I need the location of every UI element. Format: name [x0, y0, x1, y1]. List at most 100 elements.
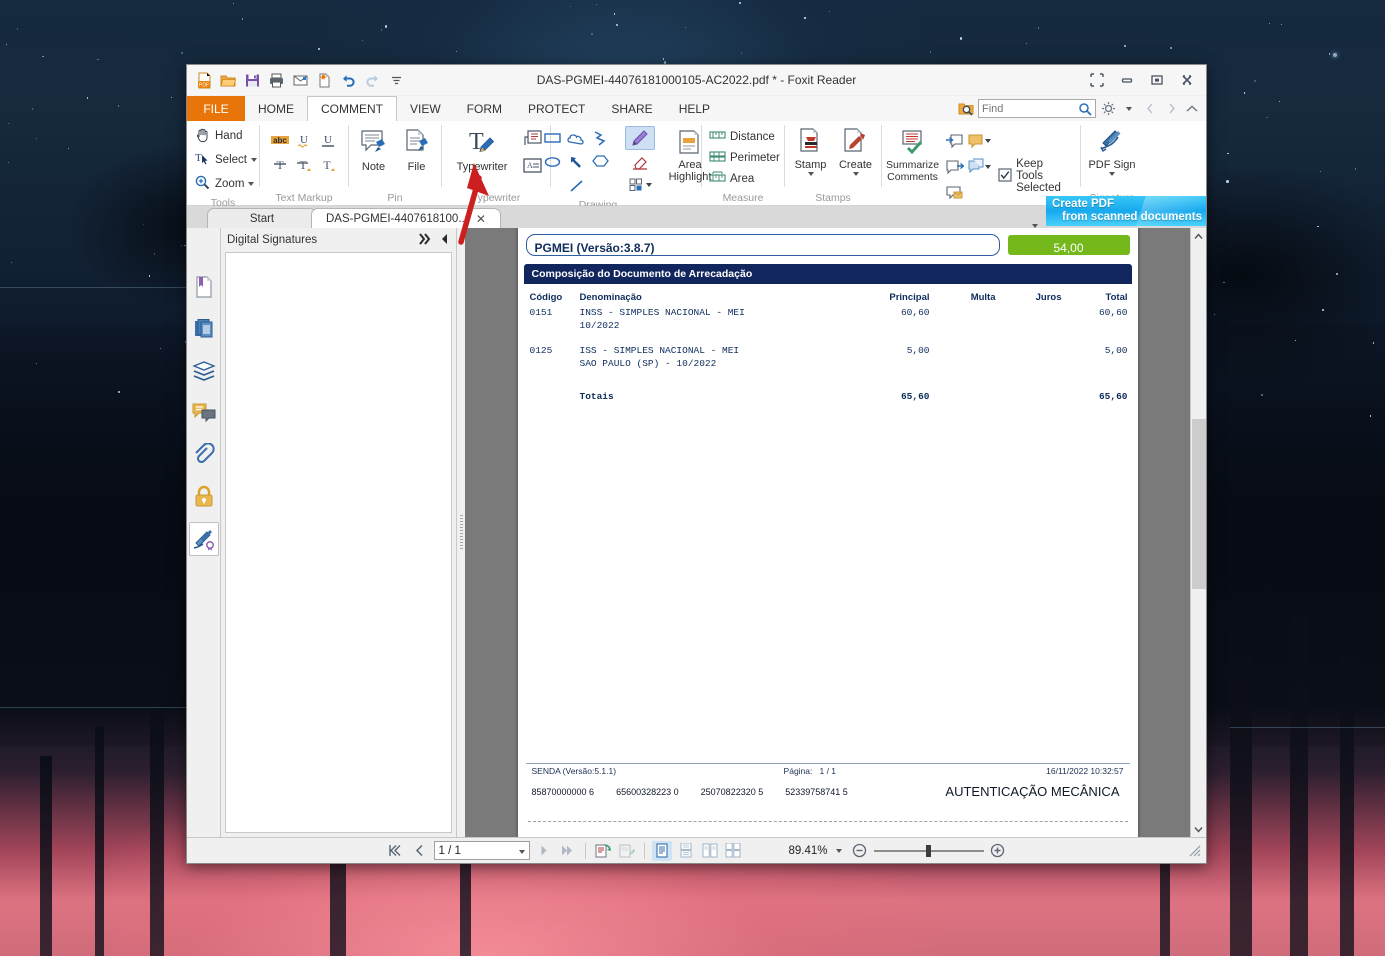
close-icon[interactable] [1172, 67, 1202, 93]
last-page-icon[interactable] [558, 841, 578, 861]
restore-icon[interactable] [1142, 67, 1172, 93]
hand-tool-button[interactable]: Hand [191, 124, 248, 148]
squiggly-underline-icon[interactable]: U [294, 130, 314, 150]
chevron-down-icon[interactable] [807, 172, 814, 176]
sidebar-item-digital-signatures[interactable] [188, 522, 219, 556]
zoom-in-icon[interactable] [988, 841, 1008, 861]
send-comments-icon[interactable] [944, 157, 964, 177]
signatures-list-empty[interactable] [225, 252, 452, 833]
chevron-down-icon[interactable] [518, 845, 525, 857]
zoom-slider[interactable] [873, 844, 984, 858]
zoom-tool-button[interactable]: Zoom [191, 172, 259, 196]
close-icon[interactable]: ✕ [476, 212, 486, 226]
checkbox-checked-icon[interactable] [998, 167, 1012, 185]
create-pdf-promo-banner[interactable]: Create PDF from scanned documents [1046, 196, 1206, 226]
menu-tab-view[interactable]: VIEW [397, 96, 454, 121]
expand-panel-icon[interactable] [419, 232, 432, 248]
create-stamp-button[interactable]: Create [834, 124, 877, 179]
reply-comment-icon[interactable] [965, 157, 995, 177]
settings-gear-icon[interactable] [1099, 100, 1117, 118]
note-button[interactable]: Note [353, 124, 394, 176]
highlight-abc-icon[interactable]: abc [270, 130, 290, 150]
chevron-down-icon[interactable] [852, 172, 859, 176]
menu-tab-share[interactable]: SHARE [598, 96, 665, 121]
email-comments-icon[interactable] [944, 183, 964, 203]
scroll-down-icon[interactable] [1191, 821, 1206, 837]
next-search-icon[interactable] [1162, 100, 1180, 118]
sidebar-item-security[interactable] [189, 480, 219, 514]
strikeout-icon[interactable]: T [270, 154, 290, 174]
email-icon[interactable] [289, 69, 311, 91]
pdf-logo-icon[interactable]: PDF [193, 69, 215, 91]
chevron-down-icon[interactable] [1120, 100, 1138, 118]
sidebar-item-layers[interactable] [189, 354, 219, 388]
chevron-down-icon[interactable] [248, 182, 255, 186]
collapse-panel-icon[interactable] [440, 233, 450, 248]
search-input[interactable] [982, 102, 1078, 115]
polyline-icon[interactable] [591, 128, 611, 148]
customize-qat-icon[interactable] [385, 69, 407, 91]
continuous-view-icon[interactable] [676, 841, 696, 861]
sidebar-item-comments[interactable] [189, 396, 219, 430]
insert-text-icon[interactable]: T [318, 154, 338, 174]
eraser-icon[interactable] [625, 150, 655, 174]
zoom-out-icon[interactable] [850, 841, 870, 861]
color-palette-icon[interactable] [625, 174, 659, 196]
select-tool-button[interactable]: T Select [191, 148, 262, 172]
doc-tab-das-pgmei[interactable]: DAS-PGMEI-4407618100... ✕ [311, 208, 501, 228]
panel-splitter[interactable] [457, 228, 465, 837]
menu-tab-protect[interactable]: PROTECT [515, 96, 598, 121]
undo-icon[interactable] [337, 69, 359, 91]
page-scroll-area[interactable]: PGMEI (Versão:3.8.7) 54,00 Composição do… [465, 228, 1190, 837]
next-page-icon[interactable] [534, 841, 554, 861]
rotate-right-icon[interactable] [617, 841, 637, 861]
rectangle-icon[interactable] [543, 128, 563, 148]
single-page-view-icon[interactable] [651, 840, 672, 861]
distance-button[interactable]: Distance [706, 126, 780, 147]
menu-tab-comment[interactable]: COMMENT [307, 96, 397, 122]
open-icon[interactable] [217, 69, 239, 91]
save-icon[interactable] [241, 69, 263, 91]
prev-page-icon[interactable] [410, 841, 430, 861]
export-comments-icon[interactable] [965, 131, 995, 151]
new-from-file-icon[interactable] [313, 69, 335, 91]
first-page-icon[interactable] [386, 841, 406, 861]
sidebar-item-attachments[interactable] [189, 438, 219, 472]
keep-tools-selected-checkbox[interactable]: Keep Tools Selected [995, 156, 1076, 196]
facing-view-icon[interactable] [700, 841, 720, 861]
zoom-dropdown-icon[interactable] [832, 841, 846, 861]
doc-tab-start[interactable]: Start [207, 208, 317, 228]
arrow-icon[interactable] [567, 152, 587, 172]
menu-tab-form[interactable]: FORM [454, 96, 515, 121]
perimeter-button[interactable]: Perimeter [706, 147, 785, 168]
resize-grip-icon[interactable] [1184, 841, 1204, 861]
oval-icon[interactable] [543, 152, 563, 172]
scrollbar-track[interactable] [1191, 244, 1206, 821]
expand-icon[interactable] [1082, 67, 1112, 93]
import-comments-icon[interactable] [944, 131, 964, 151]
continuous-facing-view-icon[interactable] [724, 841, 744, 861]
chevron-down-icon[interactable] [1109, 172, 1115, 176]
print-icon[interactable] [265, 69, 287, 91]
redo-icon[interactable] [361, 69, 383, 91]
measure-area-button[interactable]: Area [706, 168, 759, 189]
minimize-icon[interactable] [1112, 67, 1142, 93]
find-input-wrapper[interactable] [978, 99, 1096, 118]
replace-text-icon[interactable]: T [294, 154, 314, 174]
collapse-ribbon-icon[interactable] [1183, 100, 1201, 118]
polygon-icon[interactable] [591, 152, 611, 172]
typewriter-button[interactable]: T Typewriter [447, 124, 517, 176]
scroll-up-icon[interactable] [1191, 228, 1206, 244]
sidebar-item-pages[interactable] [189, 312, 219, 346]
chevron-down-icon[interactable] [250, 158, 257, 162]
search-document-icon[interactable] [957, 100, 975, 118]
menu-tab-help[interactable]: HELP [666, 96, 723, 121]
pdf-sign-button[interactable]: PDF Sign [1085, 124, 1139, 179]
page-number-input[interactable]: 1 / 1 [433, 841, 530, 860]
menu-tab-home[interactable]: HOME [245, 96, 307, 121]
summarize-comments-button[interactable]: Summarize Comments [886, 126, 939, 186]
zoom-slider-knob[interactable] [925, 844, 931, 857]
menu-tab-file[interactable]: FILE [187, 96, 245, 121]
vertical-scrollbar[interactable] [1190, 228, 1206, 837]
pencil-icon[interactable] [624, 126, 655, 150]
